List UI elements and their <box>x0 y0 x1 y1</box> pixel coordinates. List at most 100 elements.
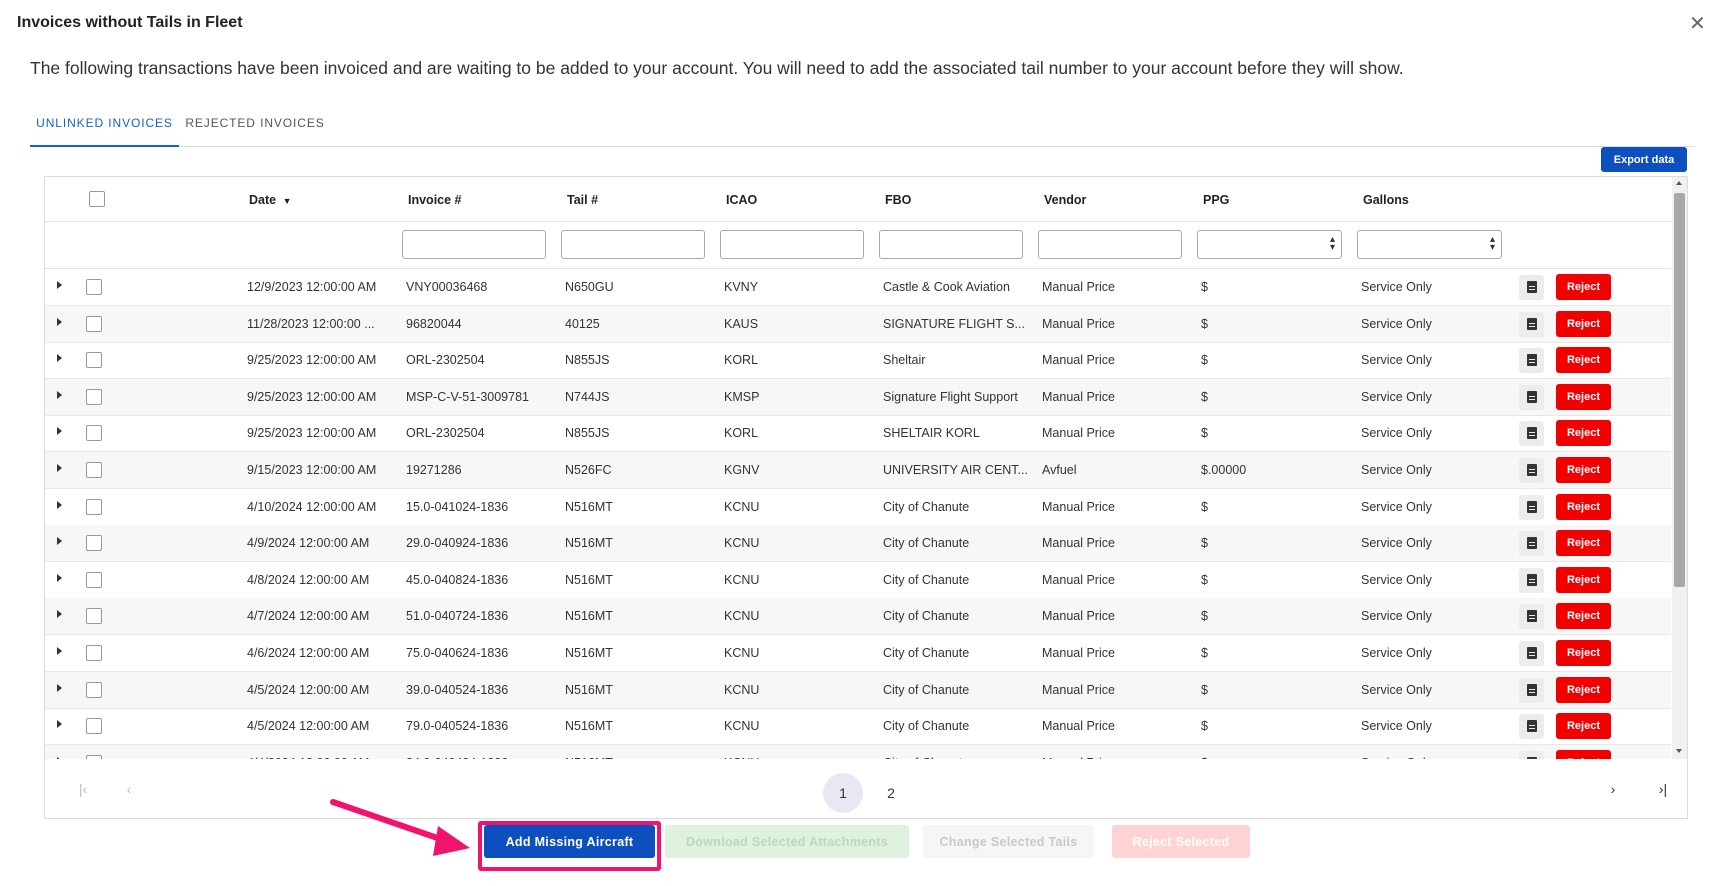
table-row[interactable]: 4/7/2024 12:00:00 AM 51.0-040724-1836 N516… <box>45 598 1671 636</box>
reject-button[interactable]: Reject <box>1556 713 1611 740</box>
scroll-thumb[interactable] <box>1674 193 1685 587</box>
chevron-right-icon[interactable] <box>57 354 62 363</box>
fbo-filter-input[interactable] <box>879 230 1023 259</box>
export-data-button[interactable]: Export data <box>1601 147 1687 172</box>
attachment-button[interactable] <box>1519 714 1544 740</box>
chevron-right-icon[interactable] <box>57 610 62 619</box>
chevron-right-icon[interactable] <box>57 464 62 472</box>
table-row[interactable]: 9/25/2023 12:00:00 AM ORL-2302504 N855JS KO… <box>45 342 1671 380</box>
row-checkbox[interactable] <box>86 535 102 552</box>
column-header-ppg[interactable]: PPG <box>1203 193 1229 207</box>
reject-button[interactable]: Reject <box>1556 274 1611 300</box>
attachment-button[interactable] <box>1519 604 1544 630</box>
column-header-tail[interactable]: Tail # <box>567 193 598 207</box>
table-row[interactable]: 4/4/2024 12:00:00 AM84.0-040424-1836N516… <box>45 744 1671 759</box>
tab-rejected-invoices[interactable]: REJECTED INVOICES <box>179 104 331 147</box>
table-row[interactable]: 4/9/2024 12:00:00 AM 29.0-040924-1836 N516… <box>45 525 1671 563</box>
reject-button[interactable]: Reject <box>1556 530 1611 557</box>
row-checkbox[interactable] <box>86 608 102 625</box>
reject-button[interactable]: Reject <box>1556 420 1611 447</box>
chevron-right-icon[interactable] <box>57 427 62 436</box>
vendor-filter-input[interactable] <box>1038 230 1182 259</box>
change-selected-tails-button[interactable]: Change Selected Tails <box>923 825 1094 858</box>
attachment-button[interactable] <box>1519 677 1544 703</box>
row-checkbox[interactable] <box>86 352 102 369</box>
attachment-button[interactable] <box>1519 384 1544 410</box>
table-row[interactable]: 12/9/2023 12:00:00 AM VNY00036468 N650GU KV… <box>45 269 1671 306</box>
select-all-checkbox[interactable] <box>89 191 105 207</box>
table-row[interactable]: 4/8/2024 12:00:00 AM 45.0-040824-1836 N516… <box>45 562 1671 599</box>
reject-button[interactable]: Reject <box>1556 457 1611 483</box>
column-header-invoice[interactable]: Invoice # <box>408 193 462 207</box>
table-row[interactable]: 9/25/2023 12:00:00 AM ORL-2302504 N855JS KO… <box>45 415 1671 453</box>
chevron-right-icon[interactable] <box>57 573 62 582</box>
row-checkbox[interactable] <box>86 425 102 442</box>
attachment-button[interactable] <box>1519 311 1544 337</box>
icao-filter-input[interactable] <box>720 230 864 259</box>
close-icon[interactable]: ✕ <box>1689 14 1706 34</box>
table-row[interactable]: 11/28/2023 12:00:00 ... 96820044 40125 KAUS… <box>45 305 1671 343</box>
vertical-scrollbar[interactable] <box>1672 177 1687 759</box>
attachment-button[interactable] <box>1519 531 1544 557</box>
row-checkbox[interactable] <box>86 315 102 332</box>
first-page-icon[interactable]: |‹ <box>71 777 95 801</box>
reject-button[interactable]: Reject <box>1556 566 1611 593</box>
scroll-up-icon[interactable] <box>1676 181 1682 185</box>
chevron-right-icon[interactable] <box>57 683 62 692</box>
reject-button[interactable]: Reject <box>1556 383 1611 410</box>
table-row[interactable]: 4/5/2024 12:00:00 AM 79.0-040524-1836 N516… <box>45 708 1671 746</box>
chevron-right-icon[interactable] <box>57 390 62 399</box>
attachment-button[interactable] <box>1519 494 1544 520</box>
gallons-filter-input[interactable]: ▴ ▾ <box>1357 230 1502 259</box>
row-checkbox[interactable] <box>86 718 102 735</box>
spinner-icon[interactable]: ▴ ▾ <box>1490 235 1495 253</box>
download-selected-attachments-button[interactable]: Download Selected Attachments <box>665 825 909 858</box>
page-2-button[interactable]: 2 <box>871 773 911 813</box>
chevron-right-icon[interactable] <box>57 317 62 326</box>
next-page-icon[interactable]: › <box>1601 777 1625 801</box>
column-header-date[interactable]: Date ▼ <box>249 193 292 207</box>
ppg-filter-input[interactable]: ▴ ▾ <box>1197 230 1342 259</box>
column-header-gallons[interactable]: Gallons <box>1363 193 1409 207</box>
last-page-icon[interactable]: ›| <box>1651 777 1675 801</box>
chevron-right-icon[interactable] <box>57 281 62 289</box>
table-row[interactable]: 9/15/2023 12:00:00 AM 19271286 N526FC KGNV U… <box>45 452 1671 489</box>
attachment-button[interactable] <box>1519 458 1544 483</box>
row-checkbox[interactable] <box>86 462 102 478</box>
tail-filter-input[interactable] <box>561 230 705 259</box>
reject-button[interactable]: Reject <box>1556 493 1611 520</box>
scroll-down-icon[interactable] <box>1676 749 1682 753</box>
invoice-filter-input[interactable] <box>402 230 546 259</box>
chevron-right-icon[interactable] <box>57 537 62 546</box>
tab-unlinked-invoices[interactable]: UNLINKED INVOICES <box>30 104 179 147</box>
reject-button[interactable]: Reject <box>1556 347 1611 374</box>
row-checkbox[interactable] <box>86 681 102 698</box>
prev-page-icon[interactable]: ‹ <box>117 777 141 801</box>
spinner-icon[interactable]: ▴ ▾ <box>1330 235 1335 253</box>
attachment-button[interactable] <box>1519 275 1544 300</box>
reject-button[interactable]: Reject <box>1556 310 1611 337</box>
reject-button[interactable]: Reject <box>1556 603 1611 630</box>
table-row[interactable]: 9/25/2023 12:00:00 AM MSP-C-V-51-3009781 N… <box>45 378 1671 416</box>
row-checkbox[interactable] <box>86 645 102 661</box>
row-checkbox[interactable] <box>86 279 102 295</box>
row-checkbox[interactable] <box>86 571 102 588</box>
reject-selected-button[interactable]: Reject Selected <box>1112 825 1250 858</box>
table-row[interactable]: 4/6/2024 12:00:00 AM 75.0-040624-1836 N516… <box>45 635 1671 672</box>
table-row[interactable]: 4/10/2024 12:00:00 AM 15.0-041024-1836 N51… <box>45 489 1671 526</box>
chevron-right-icon[interactable] <box>57 720 62 729</box>
chevron-right-icon[interactable] <box>57 647 62 655</box>
column-header-vendor[interactable]: Vendor <box>1044 193 1086 207</box>
add-missing-aircraft-button[interactable]: Add Missing Aircraft <box>484 825 655 858</box>
reject-button[interactable]: Reject <box>1556 640 1611 666</box>
attachment-button[interactable] <box>1519 750 1544 759</box>
column-header-icao[interactable]: ICAO <box>726 193 757 207</box>
attachment-button[interactable] <box>1519 421 1544 447</box>
row-checkbox[interactable] <box>86 498 102 515</box>
page-1-button[interactable]: 1 <box>823 773 863 813</box>
column-header-fbo[interactable]: FBO <box>885 193 911 207</box>
chevron-right-icon[interactable] <box>57 500 62 509</box>
row-checkbox[interactable] <box>86 388 102 405</box>
attachment-button[interactable] <box>1519 567 1544 593</box>
table-row[interactable]: 4/5/2024 12:00:00 AM 39.0-040524-1836 N516… <box>45 671 1671 709</box>
